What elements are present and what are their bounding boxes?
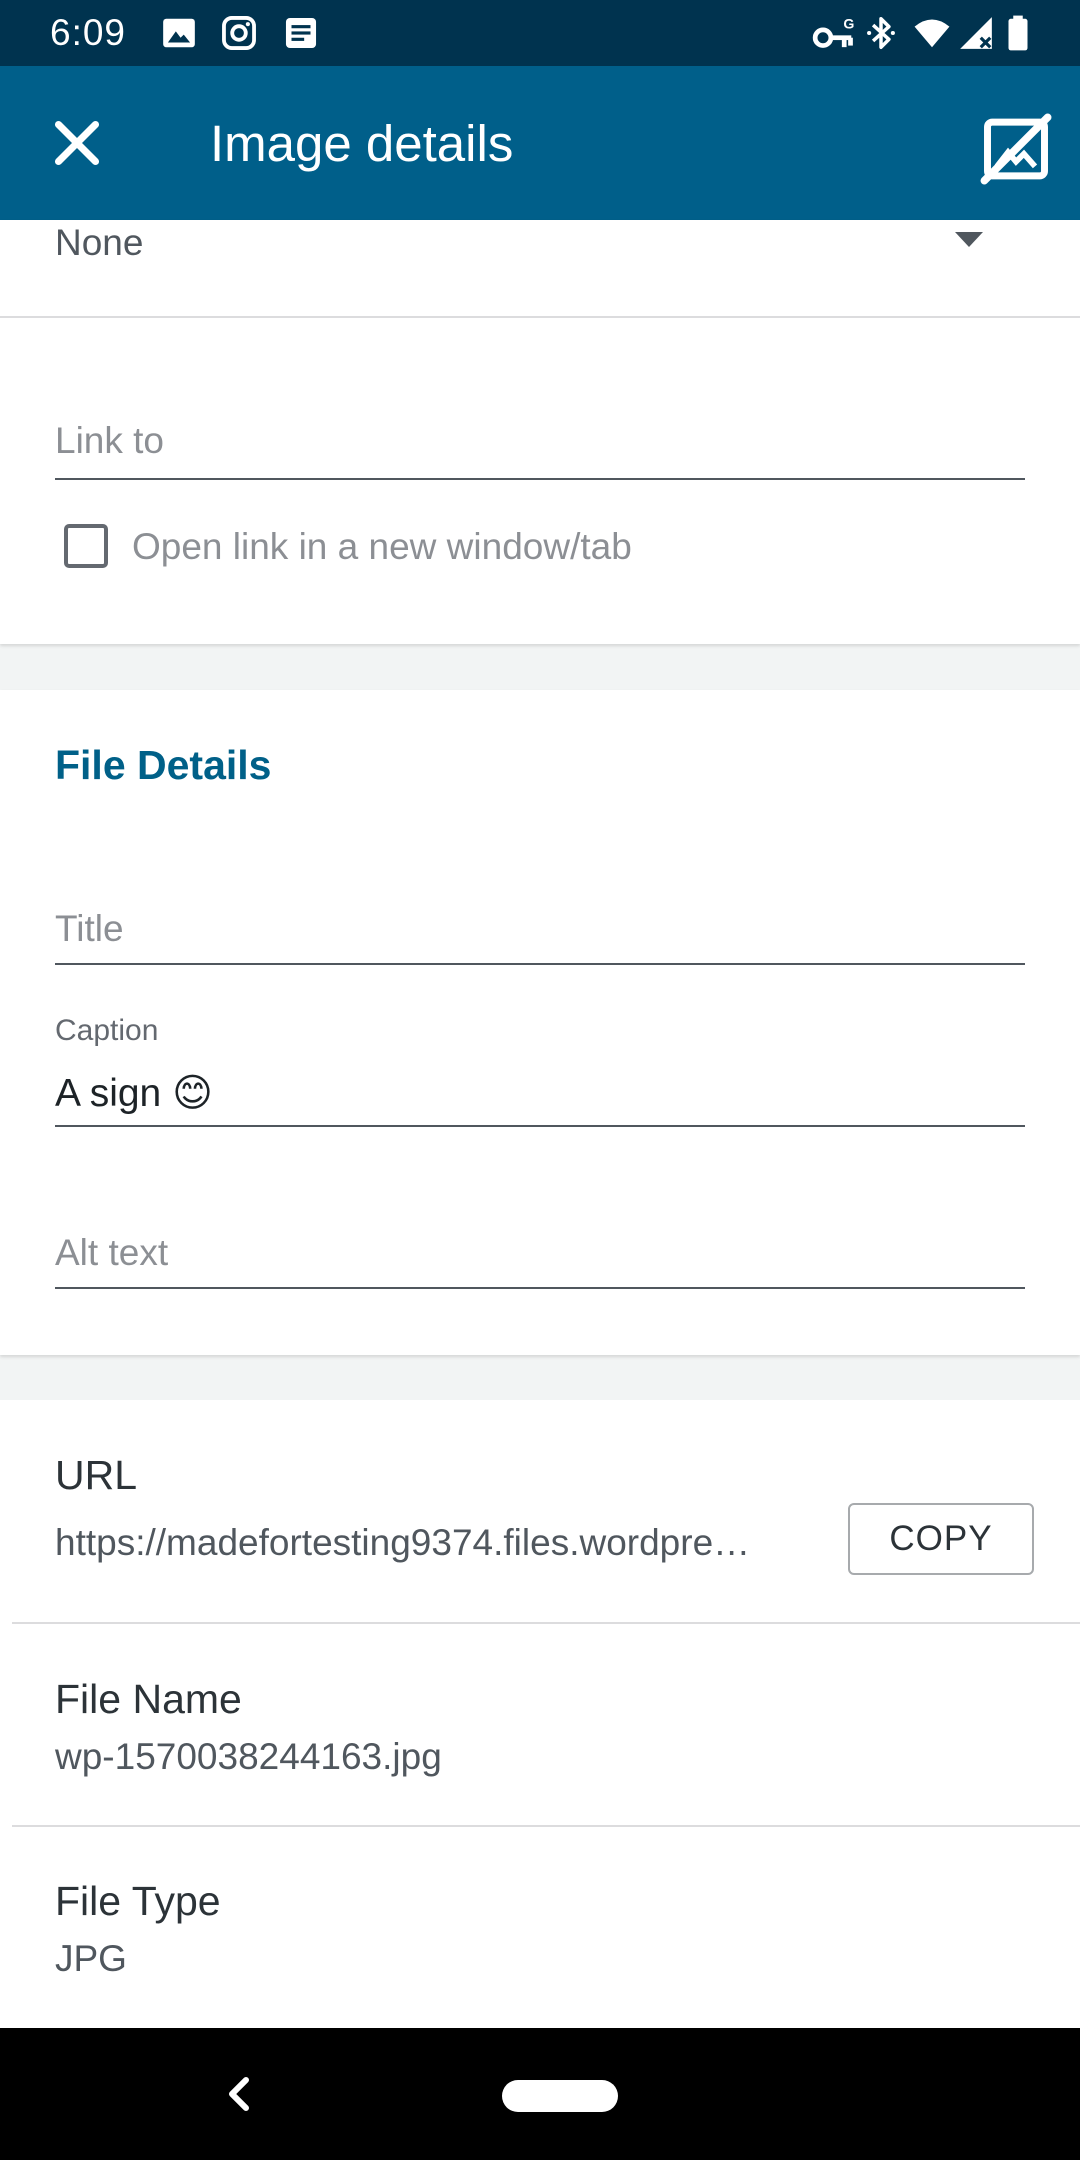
copy-url-button[interactable]: COPY xyxy=(848,1503,1034,1575)
divider xyxy=(0,316,1080,318)
battery-icon xyxy=(1008,15,1028,51)
app-bar: Image details xyxy=(0,66,1080,220)
navigation-bar xyxy=(0,2028,1080,2160)
image-off-icon[interactable] xyxy=(978,111,1054,187)
page-title: Image details xyxy=(210,115,514,172)
link-to-input[interactable]: Link to xyxy=(55,420,164,462)
svg-text:G: G xyxy=(843,15,854,31)
home-button[interactable] xyxy=(502,2080,618,2112)
close-icon[interactable] xyxy=(40,106,114,180)
file-name-value: wp-1570038244163.jpg xyxy=(55,1736,442,1777)
caption-label: Caption xyxy=(55,1014,159,1047)
file-type-title: File Type xyxy=(55,1878,221,1924)
status-bar: 6:09 G xyxy=(0,0,1080,66)
instagram-icon xyxy=(222,16,256,50)
url-value: https://madefortesting9374.files.wordpre… xyxy=(55,1522,751,1563)
open-new-window-checkbox[interactable] xyxy=(64,524,108,568)
url-title: URL xyxy=(55,1452,138,1498)
vpn-key-icon: G xyxy=(812,15,854,48)
status-time: 6:09 xyxy=(50,12,127,53)
open-new-window-label[interactable]: Open link in a new window/tab xyxy=(132,526,632,568)
wifi-icon xyxy=(914,19,950,48)
title-underline xyxy=(55,963,1025,965)
file-name-title: File Name xyxy=(55,1676,242,1722)
title-input[interactable]: Title xyxy=(55,908,124,950)
caption-input[interactable]: A sign 😊 xyxy=(55,1071,213,1116)
back-icon[interactable] xyxy=(222,2074,258,2114)
bluetooth-icon xyxy=(867,17,895,49)
alt-text-underline xyxy=(55,1287,1025,1289)
signal-icon xyxy=(960,17,992,49)
divider xyxy=(12,1622,1080,1624)
caption-underline xyxy=(55,1125,1025,1127)
divider xyxy=(12,1825,1080,1827)
link-to-underline xyxy=(55,478,1025,480)
alt-text-input[interactable]: Alt text xyxy=(55,1232,168,1274)
size-dropdown[interactable]: None xyxy=(55,222,143,264)
dropdown-arrow-icon[interactable] xyxy=(955,232,983,247)
image-icon xyxy=(163,18,195,48)
file-type-value: JPG xyxy=(55,1938,127,1979)
section-title-file-details: File Details xyxy=(55,742,272,788)
notes-icon xyxy=(285,17,317,49)
